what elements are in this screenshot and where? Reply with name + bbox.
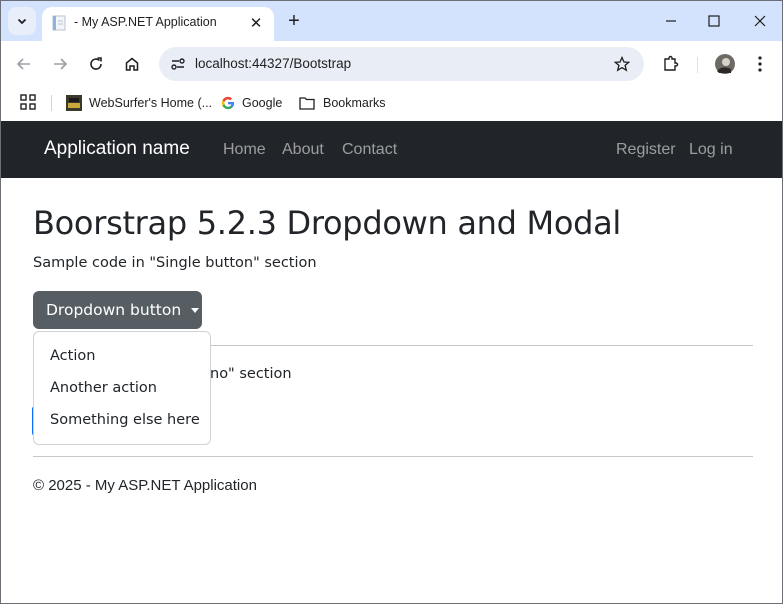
footer-divider <box>33 456 753 457</box>
maximize-icon[interactable] <box>700 9 728 33</box>
dropdown-item-something-else[interactable]: Something else here <box>34 404 210 436</box>
minimize-icon[interactable] <box>657 9 685 33</box>
bookmark-label: Bookmarks <box>323 96 386 110</box>
page-content: Application name Home About Contact Regi… <box>1 121 782 603</box>
address-bar[interactable]: localhost:44327/Bootstrap <box>159 47 644 81</box>
google-icon <box>221 96 235 110</box>
page-icon <box>52 15 66 31</box>
nav-link-register[interactable]: Register <box>616 141 676 159</box>
extensions-icon[interactable] <box>657 50 685 78</box>
section1-description: Sample code in "Single button" section <box>33 255 317 271</box>
browser-tab[interactable]: - My ASP.NET Application ✕ <box>42 7 274 41</box>
page-title: Boorstrap 5.2.3 Dropdown and Modal <box>33 204 622 242</box>
footer-text: © 2025 - My ASP.NET Application <box>33 477 257 494</box>
websurfer-favicon-icon <box>66 95 82 111</box>
dropdown-button-label: Dropdown button <box>46 301 182 319</box>
bookmark-label: Google <box>242 96 283 110</box>
folder-icon <box>299 97 315 110</box>
section-divider <box>210 345 753 346</box>
nav-link-home[interactable]: Home <box>223 141 266 159</box>
bookmark-star-icon[interactable] <box>612 54 632 74</box>
menu-kebab-icon[interactable] <box>746 50 774 78</box>
dropdown-menu: Action Another action Something else her… <box>33 331 211 445</box>
toolbar-divider <box>697 57 698 73</box>
bookmark-websurfer[interactable]: WebSurfer's Home (... <box>66 93 212 113</box>
bookmarks-divider <box>51 95 52 111</box>
close-window-icon[interactable] <box>746 9 774 33</box>
section2-description: no" section <box>210 366 292 382</box>
browser-toolbar: localhost:44327/Bootstrap <box>1 41 782 87</box>
chevron-down-icon <box>17 18 27 25</box>
site-navbar: Application name Home About Contact Regi… <box>1 121 782 178</box>
url-text[interactable]: localhost:44327/Bootstrap <box>195 56 351 71</box>
apps-grid-icon[interactable] <box>20 94 36 110</box>
tab-strip: - My ASP.NET Application ✕ + <box>1 1 782 41</box>
bookmark-label: WebSurfer's Home (... <box>89 96 213 110</box>
reload-icon[interactable] <box>82 50 110 78</box>
dropdown-button[interactable]: Dropdown button <box>33 291 202 329</box>
bookmark-folder[interactable]: Bookmarks <box>299 93 386 113</box>
nav-link-login[interactable]: Log in <box>689 141 733 159</box>
dropdown-item-action[interactable]: Action <box>34 340 210 372</box>
tab-search-button[interactable] <box>8 7 36 35</box>
new-tab-icon[interactable]: + <box>283 10 305 32</box>
bookmarks-bar: WebSurfer's Home (... Google Bookmarks <box>1 87 782 121</box>
navbar-brand[interactable]: Application name <box>44 138 190 160</box>
nav-link-about[interactable]: About <box>282 141 324 159</box>
home-icon[interactable] <box>118 50 146 78</box>
profile-avatar[interactable] <box>711 50 739 78</box>
browser-window: - My ASP.NET Application ✕ + localhost:4… <box>0 0 783 604</box>
site-info-icon[interactable] <box>165 51 191 77</box>
dropdown-item-another-action[interactable]: Another action <box>34 372 210 404</box>
nav-link-contact[interactable]: Contact <box>342 141 397 159</box>
forward-icon[interactable] <box>46 50 74 78</box>
caret-down-icon <box>191 307 200 313</box>
tab-title: - My ASP.NET Application <box>74 15 217 29</box>
back-icon[interactable] <box>10 50 38 78</box>
bookmark-google[interactable]: Google <box>221 93 282 113</box>
close-tab-icon[interactable]: ✕ <box>246 13 266 33</box>
